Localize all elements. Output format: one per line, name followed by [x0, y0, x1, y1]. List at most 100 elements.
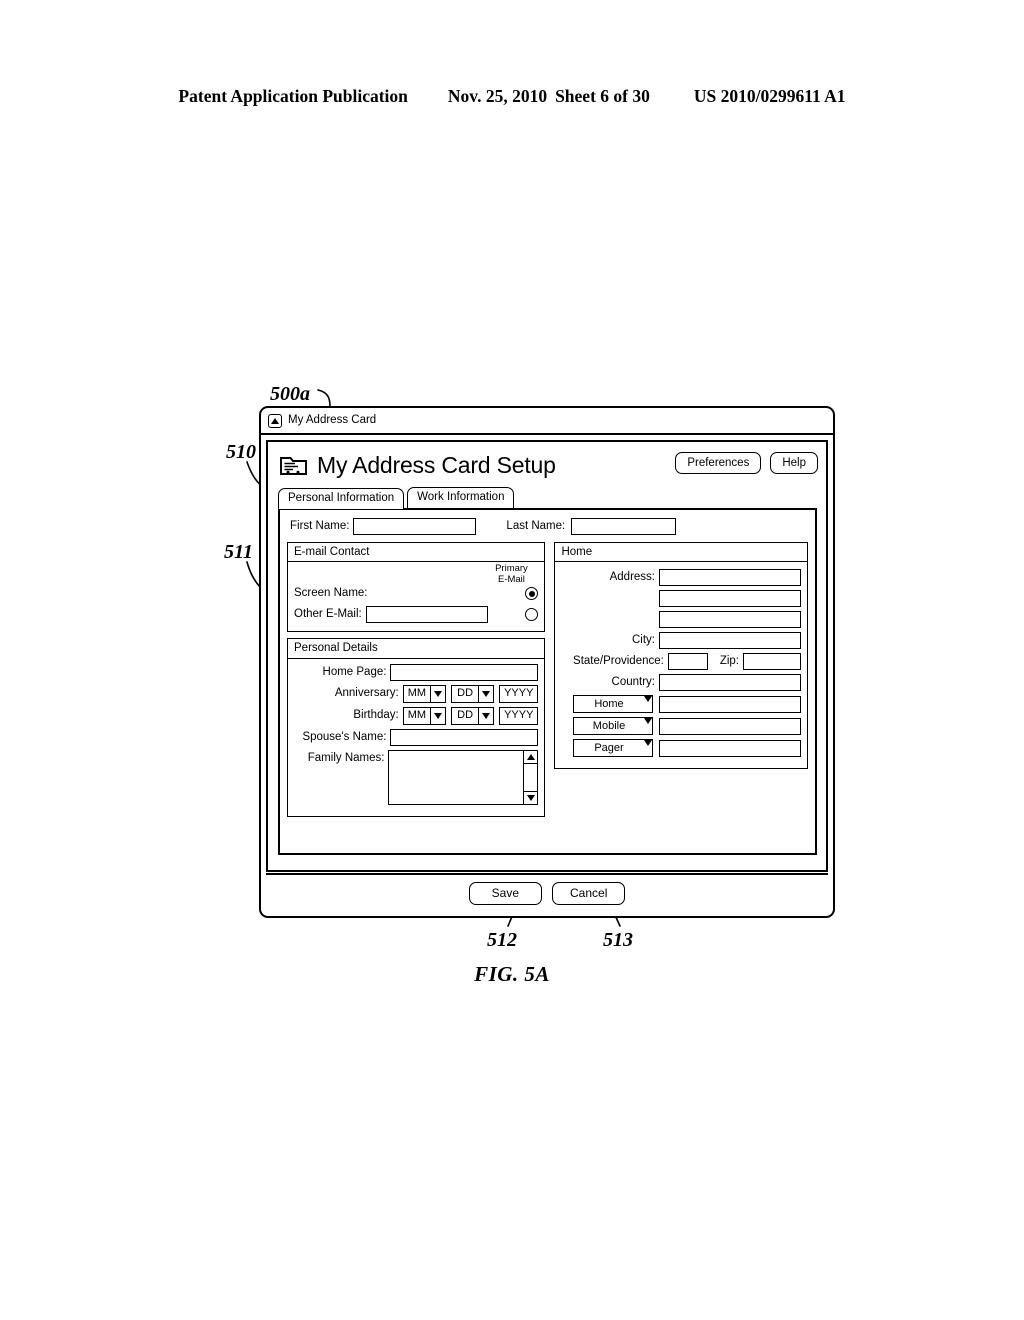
home-page-input[interactable]	[390, 663, 539, 681]
primary-email-radio-other-email[interactable]	[525, 608, 539, 622]
patent-figure-page: Patent Application Publication Nov. 25, …	[0, 0, 1024, 1320]
family-names-textarea[interactable]	[388, 749, 539, 805]
dialog-header: My Address Card Setup Preferences Help	[268, 442, 826, 488]
zip-label: Zip:	[719, 655, 739, 668]
chevron-down-icon	[430, 685, 445, 702]
save-button[interactable]: Save	[468, 881, 542, 905]
anniversary-label: Anniversary:	[334, 687, 399, 699]
chevron-down-icon	[644, 696, 652, 712]
phone-type-value-pager: Pager	[594, 741, 624, 754]
scroll-up-icon[interactable]	[523, 751, 538, 764]
city-label: City:	[632, 634, 655, 647]
tab-strip: Personal Information Work Information	[278, 487, 826, 509]
other-email-label: Other E-Mail:	[294, 608, 362, 621]
state-input[interactable]	[667, 653, 708, 671]
phone-number-input-mobile[interactable]	[659, 717, 801, 735]
first-name-label: First Name:	[290, 519, 350, 532]
publication-label: Patent Application Publication	[178, 86, 408, 106]
dialog-inner-frame: My Address Card Setup Preferences Help P…	[266, 440, 828, 872]
personal-details-group: Personal Details Home Page: Anniversary:	[287, 638, 546, 817]
country-label: Country:	[611, 676, 655, 689]
chevron-down-icon	[644, 740, 652, 756]
tab-panel-personal-information: First Name: Last Name: E-mail Contact Pr…	[278, 508, 817, 855]
phone-type-select-pager[interactable]: Pager	[573, 739, 653, 758]
sheet-number: Sheet 6 of 30	[555, 86, 650, 106]
address-card-icon	[279, 453, 309, 477]
home-group-title: Home	[555, 543, 807, 563]
family-names-scrollbar[interactable]	[523, 750, 538, 804]
phone-type-value-mobile: Mobile	[592, 719, 626, 732]
last-name-label: Last Name:	[506, 519, 566, 532]
patent-number: US 2010/0299611 A1	[693, 86, 846, 106]
phone-type-select-mobile[interactable]: Mobile	[573, 717, 653, 736]
state-label: State/Providence:	[573, 655, 664, 668]
zip-input[interactable]	[743, 653, 801, 671]
ref-numeral-513: 513	[603, 929, 633, 951]
tab-work-information[interactable]: Work Information	[407, 487, 515, 509]
cancel-button[interactable]: Cancel	[552, 881, 626, 905]
personal-details-title: Personal Details	[288, 639, 545, 659]
anniversary-year-input[interactable]: YYYY	[499, 684, 539, 703]
country-row: Country:	[561, 674, 801, 692]
phone-number-input-pager[interactable]	[659, 739, 801, 757]
birthday-row: Birthday: MM DD YYYY	[294, 706, 539, 725]
email-contact-group: E-mail Contact Primary E-Mail Screen Nam…	[287, 542, 546, 633]
birthday-month-select[interactable]: MM	[402, 706, 447, 725]
family-names-text[interactable]	[389, 751, 523, 804]
help-button[interactable]: Help	[770, 452, 818, 475]
address-line1-input[interactable]	[659, 569, 801, 587]
spouse-name-label: Spouse's Name:	[302, 730, 387, 743]
other-email-input[interactable]	[365, 606, 488, 624]
phone-number-input-home[interactable]	[659, 695, 801, 713]
state-zip-row: State/Providence: Zip:	[561, 653, 801, 671]
phone-row-pager: Pager	[561, 739, 801, 758]
address-line2-row	[561, 590, 801, 608]
address-line3-input[interactable]	[659, 611, 801, 629]
window-title: My Address Card	[288, 413, 377, 426]
country-input[interactable]	[659, 674, 801, 692]
page-title: My Address Card Setup	[317, 451, 556, 478]
screen-name-label: Screen Name:	[294, 587, 368, 600]
anniversary-month-value: MM	[407, 687, 427, 700]
spouse-name-row: Spouse's Name:	[294, 728, 539, 746]
tab-personal-information[interactable]: Personal Information	[278, 488, 405, 509]
spouse-name-input[interactable]	[390, 728, 539, 746]
name-row: First Name: Last Name:	[287, 518, 808, 535]
window-titlebar: My Address Card	[261, 408, 833, 435]
primary-email-header-line2: E-Mail	[497, 573, 525, 585]
scroll-down-icon[interactable]	[523, 790, 538, 804]
chevron-down-icon	[430, 707, 445, 724]
birthday-month-value: MM	[407, 709, 427, 722]
primary-email-header: Primary E-Mail	[487, 563, 535, 585]
chevron-down-icon	[478, 707, 493, 724]
publication-date: Nov. 25, 2010	[447, 86, 548, 106]
ref-numeral-510: 510	[226, 441, 256, 463]
dialog-footer: Save Cancel	[266, 873, 828, 911]
anniversary-row: Anniversary: MM DD YYYY	[294, 684, 539, 703]
address-label: Address:	[609, 571, 655, 584]
address-line2-input[interactable]	[659, 590, 801, 608]
city-input[interactable]	[659, 632, 801, 650]
preferences-button[interactable]: Preferences	[675, 452, 762, 475]
birthday-day-select[interactable]: DD	[451, 706, 495, 725]
phone-row-home: Home	[561, 695, 801, 714]
ref-numeral-500a: 500a	[270, 383, 310, 405]
first-name-input[interactable]	[353, 518, 477, 535]
family-names-label: Family Names:	[307, 751, 385, 764]
ref-numeral-511: 511	[224, 541, 253, 563]
birthday-year-input[interactable]: YYYY	[499, 706, 539, 725]
last-name-input[interactable]	[571, 518, 677, 535]
anniversary-day-select[interactable]: DD	[451, 684, 495, 703]
address-line3-row	[561, 611, 801, 629]
anniversary-day-value: DD	[457, 687, 474, 700]
birthday-label: Birthday:	[353, 709, 399, 721]
home-page-label: Home Page:	[322, 665, 387, 678]
anniversary-month-select[interactable]: MM	[402, 684, 447, 703]
phone-row-mobile: Mobile	[561, 717, 801, 736]
phone-type-select-home[interactable]: Home	[573, 695, 653, 714]
header-button-group: Preferences Help	[675, 452, 818, 475]
ref-numeral-512: 512	[487, 929, 517, 951]
city-row: City:	[561, 632, 801, 650]
chevron-down-icon	[644, 718, 652, 734]
primary-email-radio-screen-name[interactable]	[525, 587, 539, 601]
